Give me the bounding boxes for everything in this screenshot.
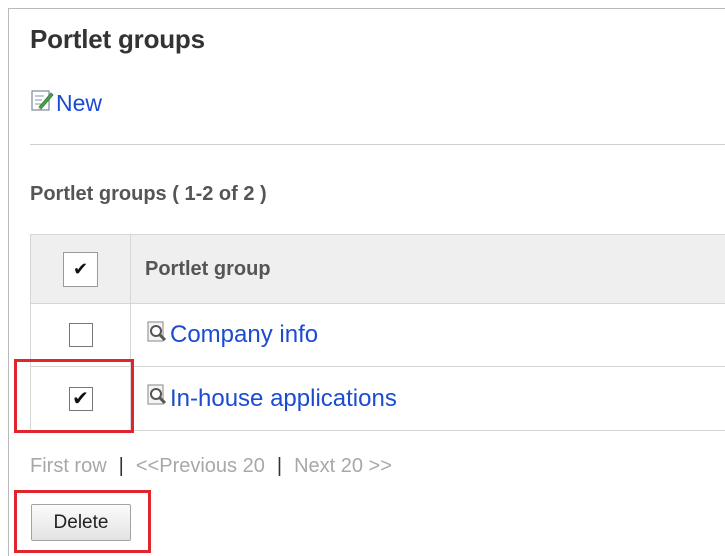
portlet-group-link[interactable]: Company info: [145, 320, 318, 351]
page-title: Portlet groups: [30, 24, 205, 54]
list-heading: Portlet groups ( 1-2 of 2 ): [30, 183, 267, 205]
new-link-label: New: [56, 89, 103, 116]
row-name-cell: In-house applications: [131, 383, 725, 414]
row-checkbox[interactable]: ✔: [68, 386, 93, 411]
edit-pencil-icon: [30, 88, 56, 118]
magnifier-page-icon: [145, 383, 170, 414]
select-all-checkbox[interactable]: ✔: [63, 251, 98, 287]
row-name-cell: Company info: [131, 320, 725, 351]
column-header-portlet-group: Portlet group: [145, 257, 271, 280]
table-row: Company info: [31, 304, 725, 367]
portlet-group-link[interactable]: In-house applications: [145, 383, 397, 414]
pager-next: Next 20 >>: [294, 455, 392, 477]
checkmark-icon: ✔: [72, 387, 89, 410]
pager: First row | <<Previous 20 | Next 20 >>: [30, 455, 392, 478]
checkmark-icon: ✔: [72, 259, 89, 279]
delete-button[interactable]: Delete: [31, 504, 131, 541]
portlet-group-name: Company info: [170, 321, 319, 348]
pager-separator: |: [118, 455, 124, 477]
portlet-group-name: In-house applications: [170, 384, 397, 412]
table-header-row: ✔ Portlet group: [31, 234, 725, 304]
row-check-cell: [31, 304, 131, 366]
select-all-cell: ✔: [31, 235, 131, 303]
pager-separator: |: [276, 455, 283, 477]
pager-first-row: First row: [30, 455, 107, 477]
portlet-groups-table: ✔ Portlet group Company info ✔ In-house …: [30, 234, 725, 431]
new-link[interactable]: New: [30, 88, 102, 118]
row-check-cell: ✔: [31, 367, 131, 430]
pager-previous: <<Previous 20: [135, 455, 265, 477]
column-header-cell: Portlet group: [131, 258, 725, 281]
table-row: ✔ In-house applications: [31, 367, 725, 431]
magnifier-page-icon: [145, 320, 170, 351]
row-checkbox[interactable]: [68, 323, 93, 347]
divider: [30, 144, 725, 145]
